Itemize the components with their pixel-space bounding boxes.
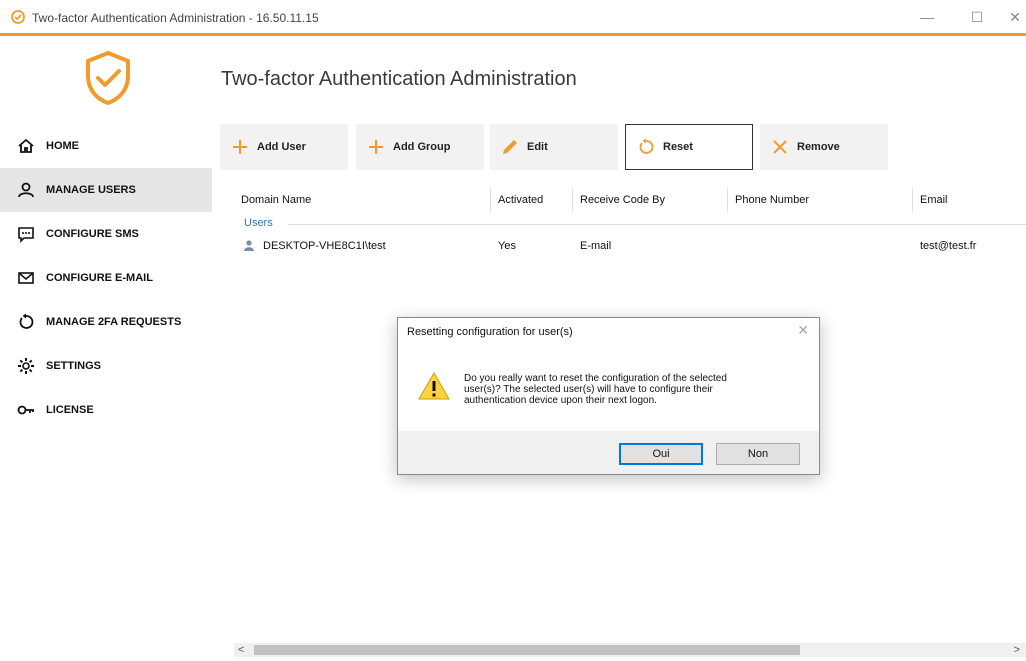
minimize-button[interactable]: — <box>912 6 942 28</box>
edit-label: Edit <box>527 141 548 153</box>
table-row[interactable]: DESKTOP-VHE8C1I\test Yes E-mail test@tes… <box>234 235 1026 257</box>
cell-receive-code-by: E-mail <box>580 240 612 252</box>
sidebar-item-license[interactable]: LICENSE <box>0 388 212 432</box>
table-header: Domain Name Activated Receive Code By Ph… <box>234 187 1026 213</box>
reset-icon <box>16 312 36 332</box>
cell-domain-name: DESKTOP-VHE8C1I\test <box>263 240 386 252</box>
sidebar-item-label: MANAGE 2FA REQUESTS <box>46 316 182 328</box>
shield-check-icon <box>11 10 25 24</box>
dialog-title: Resetting configuration for user(s) <box>407 326 573 338</box>
sidebar-item-label: CONFIGURE SMS <box>46 228 139 240</box>
cell-activated: Yes <box>498 240 516 252</box>
sidebar-item-manage-users[interactable]: MANAGE USERS <box>0 168 212 212</box>
close-icon <box>770 137 790 157</box>
sidebar-item-settings[interactable]: SETTINGS <box>0 344 212 388</box>
add-group-label: Add Group <box>393 141 451 153</box>
dialog-message-line: authentication device upon their next lo… <box>464 395 657 406</box>
no-button[interactable]: Non <box>716 443 800 465</box>
window-title: Two-factor Authentication Administration… <box>32 11 319 25</box>
remove-button[interactable]: Remove <box>760 124 888 170</box>
horizontal-scrollbar[interactable]: < > <box>234 643 1026 657</box>
sidebar-item-manage-2fa-requests[interactable]: MANAGE 2FA REQUESTS <box>0 300 212 344</box>
edit-button[interactable]: Edit <box>490 124 618 170</box>
key-icon <box>16 400 36 420</box>
sms-icon <box>16 224 36 244</box>
pencil-icon <box>500 137 520 157</box>
maximize-button[interactable]: ☐ <box>962 6 992 28</box>
reset-button[interactable]: Reset <box>625 124 753 170</box>
reset-icon <box>636 137 656 157</box>
yes-button[interactable]: Oui <box>619 443 703 465</box>
reset-label: Reset <box>663 141 693 153</box>
sidebar-item-label: MANAGE USERS <box>46 184 136 196</box>
title-bar: Two-factor Authentication Administration… <box>0 0 1026 36</box>
dialog-footer: Oui Non <box>398 431 819 474</box>
logo-shield-icon <box>86 51 130 105</box>
column-header-receive-code-by[interactable]: Receive Code By <box>573 187 728 213</box>
home-icon <box>16 136 36 156</box>
dialog-message-line: Do you really want to reset the configur… <box>464 373 727 384</box>
app-window: Two-factor Authentication Administration… <box>0 0 1026 661</box>
sidebar-item-label: SETTINGS <box>46 360 102 372</box>
column-header-activated[interactable]: Activated <box>491 187 573 213</box>
user-icon <box>244 240 254 251</box>
reset-confirm-dialog: Resetting configuration for user(s) ✕ Do… <box>397 317 820 475</box>
sidebar-item-label: LICENSE <box>46 404 94 416</box>
dialog-message: Do you really want to reset the configur… <box>464 373 794 406</box>
column-header-email[interactable]: Email <box>913 187 1026 213</box>
close-button[interactable]: ✕ <box>1004 6 1026 28</box>
plus-icon <box>366 137 386 157</box>
user-icon <box>16 180 36 200</box>
add-user-label: Add User <box>257 141 306 153</box>
warning-icon <box>418 371 450 400</box>
scroll-left-button[interactable]: < <box>238 643 244 657</box>
sidebar-item-label: HOME <box>46 140 79 152</box>
gear-icon <box>16 356 36 376</box>
mail-icon <box>16 268 36 288</box>
scrollbar-thumb[interactable] <box>254 645 800 655</box>
scroll-right-button[interactable]: > <box>1014 643 1020 657</box>
dialog-close-button[interactable]: ✕ <box>797 322 809 339</box>
add-group-button[interactable]: Add Group <box>356 124 484 170</box>
remove-label: Remove <box>797 141 840 153</box>
sidebar-nav: HOME MANAGE USERS CONFIGURE SMS CONFIGUR… <box>0 124 212 432</box>
cell-email: test@test.fr <box>920 240 977 252</box>
sidebar-item-label: CONFIGURE E-MAIL <box>46 272 153 284</box>
page-title: Two-factor Authentication Administration <box>221 68 577 90</box>
dialog-message-line: user(s)? The selected user(s) will have … <box>464 384 713 395</box>
sidebar-item-home[interactable]: HOME <box>0 124 212 168</box>
sidebar: HOME MANAGE USERS CONFIGURE SMS CONFIGUR… <box>0 36 212 661</box>
sidebar-item-configure-sms[interactable]: CONFIGURE SMS <box>0 212 212 256</box>
group-divider <box>288 224 1026 225</box>
column-header-phone-number[interactable]: Phone Number <box>728 187 913 213</box>
column-header-domain-name[interactable]: Domain Name <box>234 187 491 213</box>
sidebar-item-configure-email[interactable]: CONFIGURE E-MAIL <box>0 256 212 300</box>
add-user-button[interactable]: Add User <box>220 124 348 170</box>
plus-icon <box>230 137 250 157</box>
group-label[interactable]: Users <box>244 217 273 229</box>
